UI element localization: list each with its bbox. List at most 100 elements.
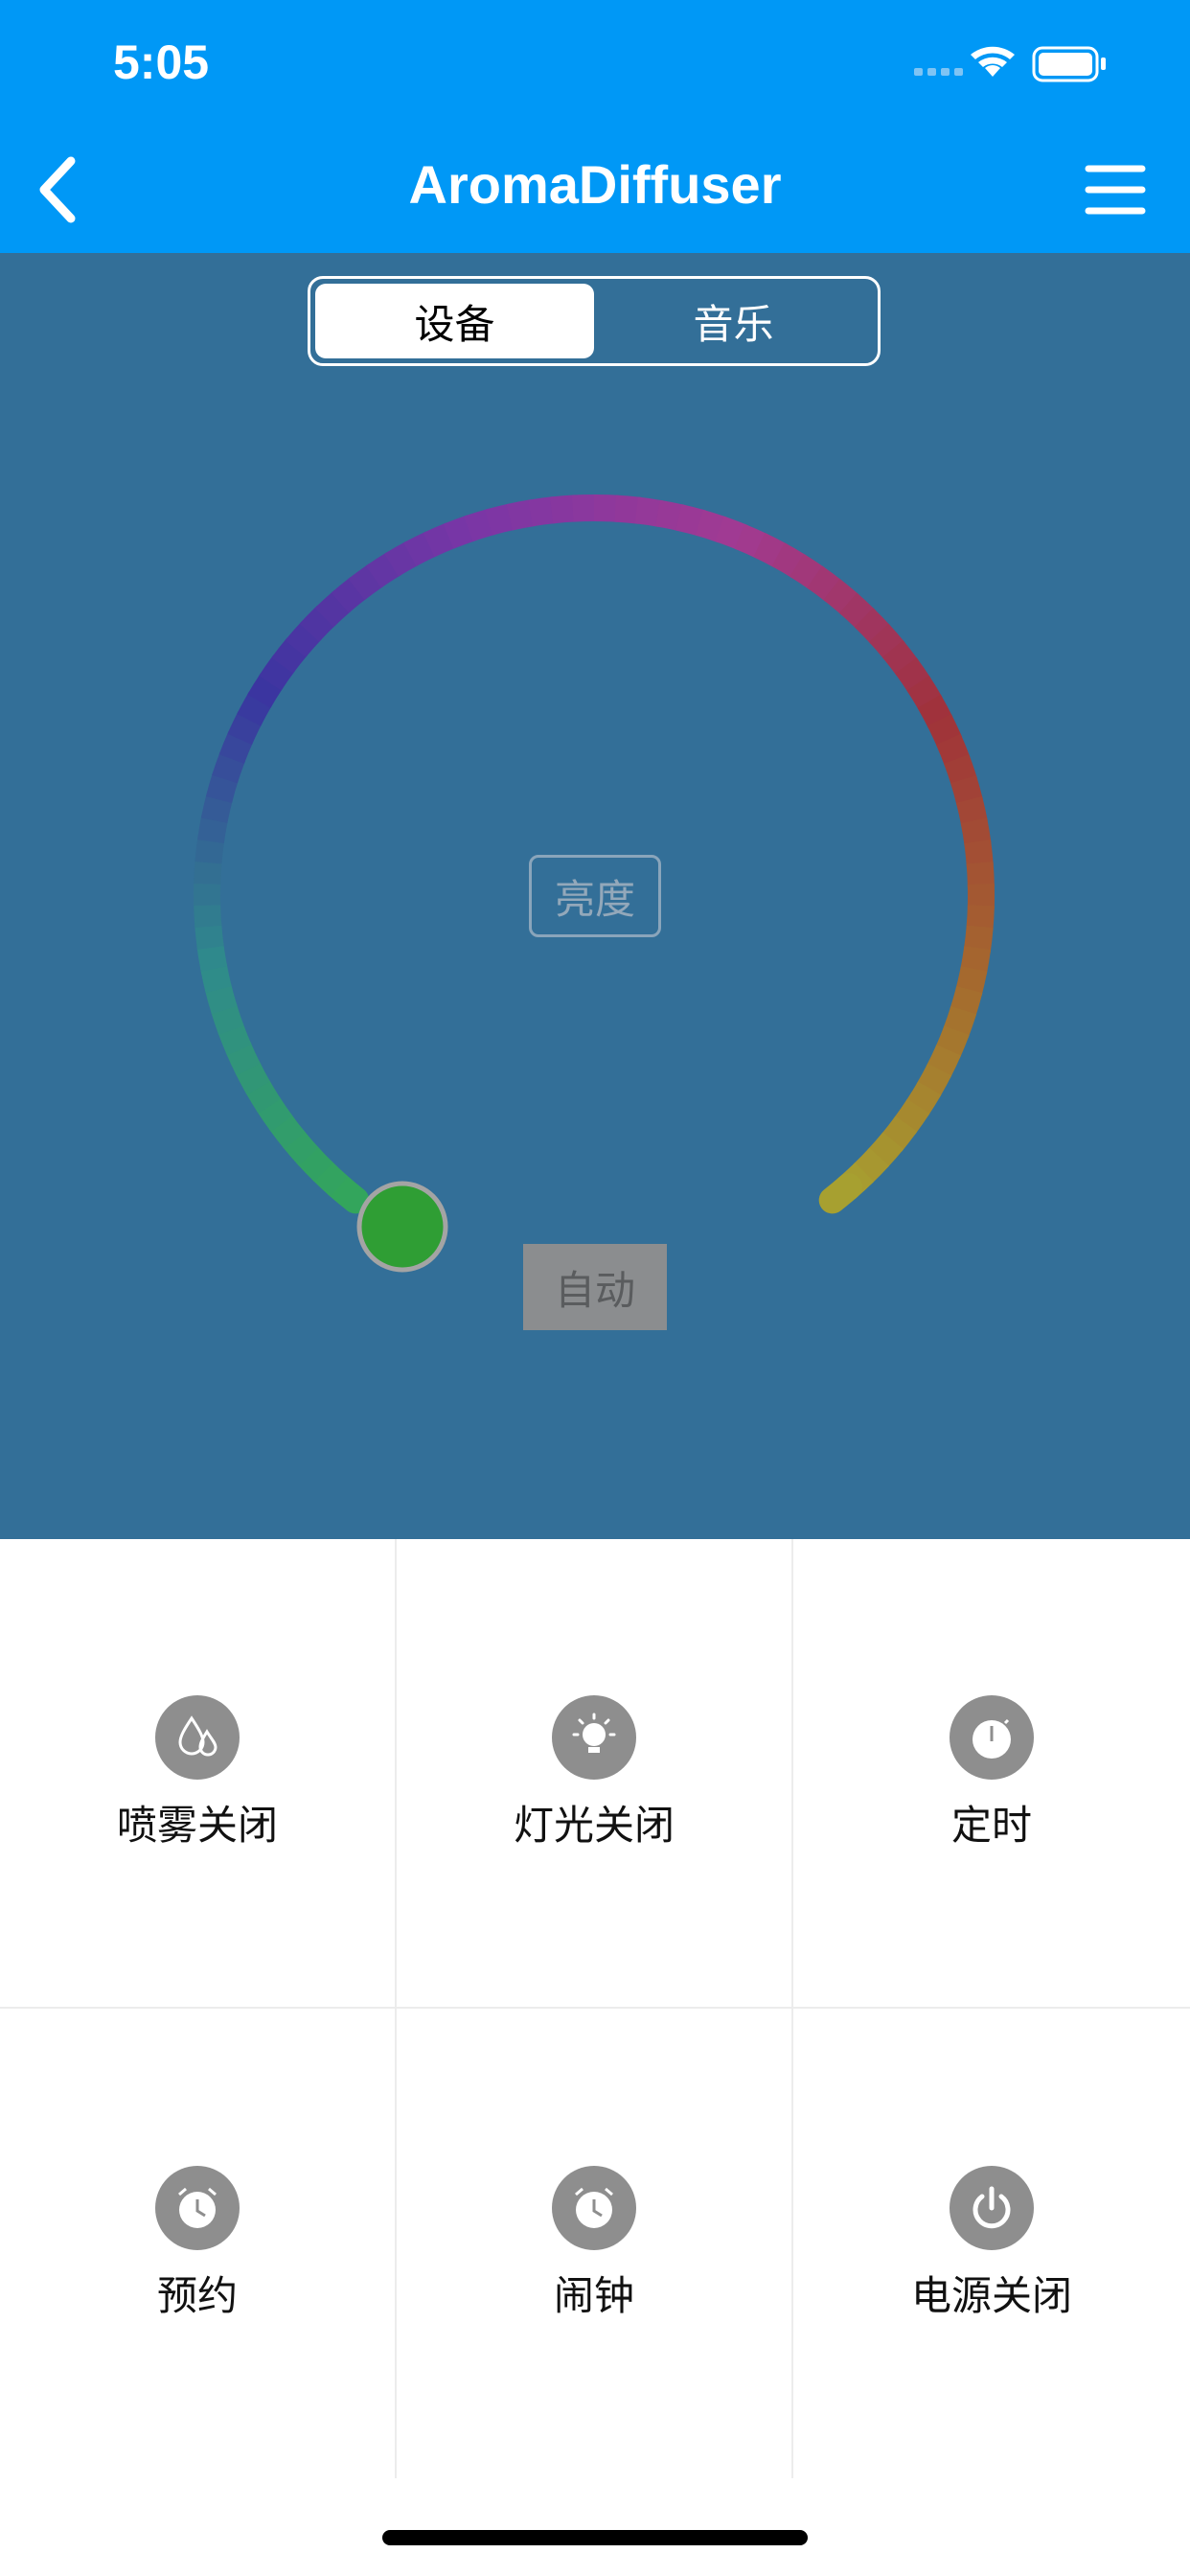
dial-ring-segment <box>311 1160 349 1197</box>
dial-ring-segment <box>695 509 727 543</box>
cellular-signal-icon <box>914 68 963 76</box>
dial-ring-segment <box>807 565 843 603</box>
dial-ring-segment <box>895 657 931 694</box>
home-indicator <box>382 2530 808 2545</box>
dial-ring-segment <box>195 836 225 864</box>
schedule-label: 预约 <box>156 2271 238 2319</box>
dial-ring-segment <box>960 817 992 847</box>
dial-ring-segment <box>271 637 309 674</box>
water-drops-icon <box>155 1694 240 1780</box>
alarm-label: 闹钟 <box>553 2271 634 2319</box>
dial-ring-segment <box>194 858 222 885</box>
dial-ring-segment <box>789 553 825 590</box>
dial-ring-segment <box>348 564 384 601</box>
dial-ring-segment <box>881 640 919 677</box>
dial-ring-segment <box>927 713 963 748</box>
dial-ring-segment <box>299 605 336 642</box>
dial-ring-segment <box>593 494 620 522</box>
dial-ring-segment <box>906 676 943 711</box>
battery-icon <box>1032 46 1106 82</box>
power-label: 电源关闭 <box>910 2271 1072 2319</box>
timer-icon <box>950 1694 1034 1780</box>
dial-ring-segment <box>955 795 988 827</box>
hamburger-menu-icon <box>1085 165 1146 215</box>
dial-ring-segment <box>823 579 859 615</box>
dial-ring-segment <box>443 515 476 549</box>
top-bar: 5:05 AromaDiffuser <box>0 0 1190 253</box>
dial-ring-segment <box>506 499 537 531</box>
alarm-cell[interactable]: 闹钟 <box>397 2009 793 2478</box>
dial-ring-segment <box>634 496 664 527</box>
dial-ring-segment <box>196 942 228 972</box>
dial-ring-segment <box>966 905 995 932</box>
spray-toggle-cell[interactable]: 喷雾关闭 <box>0 1539 397 2009</box>
dial-ring-segment <box>893 1098 930 1135</box>
dial-ring-segment <box>926 1045 962 1079</box>
dial-ring-segment <box>771 542 807 579</box>
dial-ring-segment <box>614 494 642 524</box>
dial-ring-segment <box>935 733 971 768</box>
dial-ring-segment <box>365 552 401 588</box>
dial-ring-segment <box>753 532 788 568</box>
alarm-clock-icon <box>155 2165 240 2250</box>
schedule-cell[interactable]: 预约 <box>0 2009 397 2478</box>
dial-ring-segment <box>195 922 224 950</box>
dial-ring-segment <box>259 655 295 691</box>
dial-ring-segment <box>917 694 953 729</box>
dial-ring-segment <box>572 494 598 522</box>
status-time: 5:05 <box>113 35 210 89</box>
dial-ring-segment <box>314 590 352 628</box>
dial-ring-segment <box>963 925 994 954</box>
page-title: AromaDiffuser <box>408 154 782 215</box>
dial-ring-segment <box>245 1078 282 1115</box>
dial-ring-segment <box>950 986 983 1018</box>
dial-ring-segment <box>960 946 992 975</box>
dial-ring-segment <box>818 1173 862 1214</box>
dial-ring-segment <box>331 576 368 613</box>
dial-ring-segment <box>268 1113 306 1150</box>
dial-ring-segment <box>210 1002 244 1035</box>
dial-ring-segment <box>197 815 228 844</box>
light-bulb-icon <box>552 1694 636 1780</box>
dial-ring-segment <box>194 902 222 928</box>
dial-ring-segment <box>237 691 273 726</box>
dial-ring-segment <box>675 504 706 537</box>
dial-ring-segment <box>868 623 905 660</box>
dial-ring-segment <box>867 1132 904 1169</box>
dial-ring-segment <box>528 496 557 527</box>
dial-ring-segment <box>225 1042 261 1076</box>
dial-ring-segment <box>715 516 748 550</box>
light-toggle-cell[interactable]: 灯光关闭 <box>397 1539 793 2009</box>
dial-knob <box>356 1181 448 1273</box>
dial-ring-segment <box>403 531 438 566</box>
dial-ring-segment <box>905 1081 942 1116</box>
dial-ring-segment <box>235 1060 270 1095</box>
dial-ring-segment <box>285 621 322 657</box>
dial-ring-segment <box>227 710 263 746</box>
power-icon <box>950 2165 1034 2250</box>
status-icons <box>914 46 1106 82</box>
power-cell[interactable]: 电源关闭 <box>793 2009 1190 2478</box>
dial-ring-segment <box>881 1116 918 1152</box>
dial-ring-segment <box>966 862 995 888</box>
dial-ring-segment <box>838 592 876 630</box>
dial-ring-segment <box>205 771 239 803</box>
alarm-clock-icon <box>552 2165 636 2250</box>
auto-button[interactable]: 自动 <box>523 1244 667 1330</box>
wifi-icon <box>971 46 1015 77</box>
menu-button[interactable] <box>1085 161 1146 218</box>
dial-ring-segment <box>854 608 891 645</box>
dial-ring-segment <box>964 840 994 867</box>
dial-ring-segment <box>485 503 516 536</box>
timer-cell[interactable]: 定时 <box>793 1539 1190 2009</box>
dial-ring-segment <box>323 1171 370 1214</box>
dial-ring-segment <box>296 1145 333 1183</box>
dial-ring-segment <box>200 963 232 993</box>
function-grid: 喷雾关闭 灯光关闭 定时 预约 闹钟 电源关闭 <box>0 1539 1190 2478</box>
dial-ring-segment <box>423 522 457 558</box>
dial-ring-segment <box>282 1129 319 1166</box>
light-label: 灯光关闭 <box>513 1801 675 1849</box>
dial-ring-segment <box>655 499 685 532</box>
dial-ring-segment <box>944 754 977 787</box>
dial-ring-segment <box>256 1095 293 1132</box>
